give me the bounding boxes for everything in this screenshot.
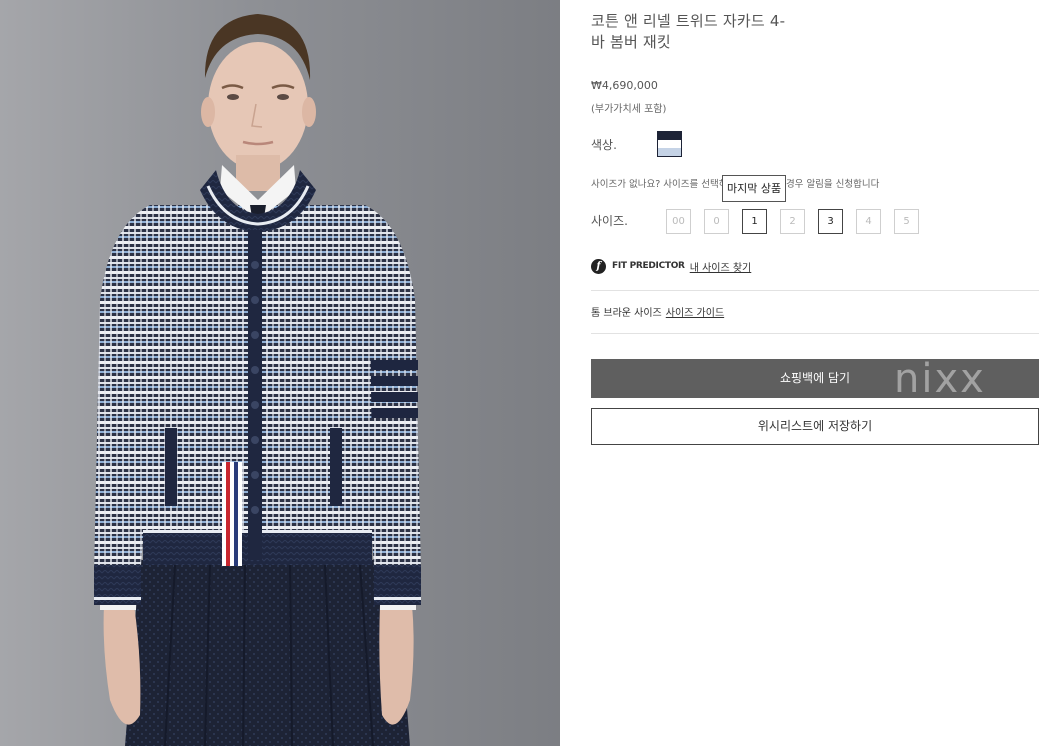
product-image [0, 0, 560, 746]
product-price: ₩4,690,000 [591, 79, 658, 92]
find-my-size-link[interactable]: 내 사이즈 찾기 [690, 259, 752, 274]
size-option-0[interactable]: 0 [704, 209, 729, 234]
size-option-5[interactable]: 5 [894, 209, 919, 234]
size-option-00[interactable]: 00 [666, 209, 691, 234]
size-option-2[interactable]: 2 [780, 209, 805, 234]
size-label: 사이즈. [591, 214, 628, 228]
divider [591, 333, 1039, 334]
divider [591, 290, 1039, 291]
save-to-wishlist-button[interactable]: 위시리스트에 저장하기 [591, 408, 1039, 445]
fit-predictor-brand: FIT PREDICTOR [612, 261, 685, 271]
product-title-line-2: 바 봄버 재킷 [591, 33, 671, 51]
size-guide-link[interactable]: 사이즈 가이드 [666, 308, 724, 319]
product-details: 코튼 앤 리넬 트위드 자카드 4- 바 봄버 재킷 ₩4,690,000 (부… [591, 0, 1039, 746]
add-to-bag-button[interactable]: 쇼핑백에 담기 [591, 359, 1039, 398]
size-option-3[interactable]: 3 [818, 209, 843, 234]
tax-note: (부가가치세 포함) [591, 104, 667, 115]
size-option-1[interactable]: 1 [742, 209, 767, 234]
color-swatch-navy[interactable] [657, 131, 682, 157]
size-guide-row: 톰 브라운 사이즈 사이즈 가이드 [591, 304, 724, 319]
color-label: 색상. [591, 138, 617, 152]
product-title: 코튼 앤 리넬 트위드 자카드 4- 바 봄버 재킷 [591, 11, 851, 53]
size-guide-prefix: 톰 브라운 사이즈 [591, 308, 662, 319]
fit-predictor: f FIT PREDICTOR 내 사이즈 찾기 [591, 258, 751, 274]
last-item-tooltip: 마지막 상품 [722, 175, 787, 202]
product-title-line-1: 코튼 앤 리넬 트위드 자카드 4- [591, 12, 786, 30]
fit-predictor-logo-icon: f [591, 258, 606, 274]
size-option-4[interactable]: 4 [856, 209, 881, 234]
